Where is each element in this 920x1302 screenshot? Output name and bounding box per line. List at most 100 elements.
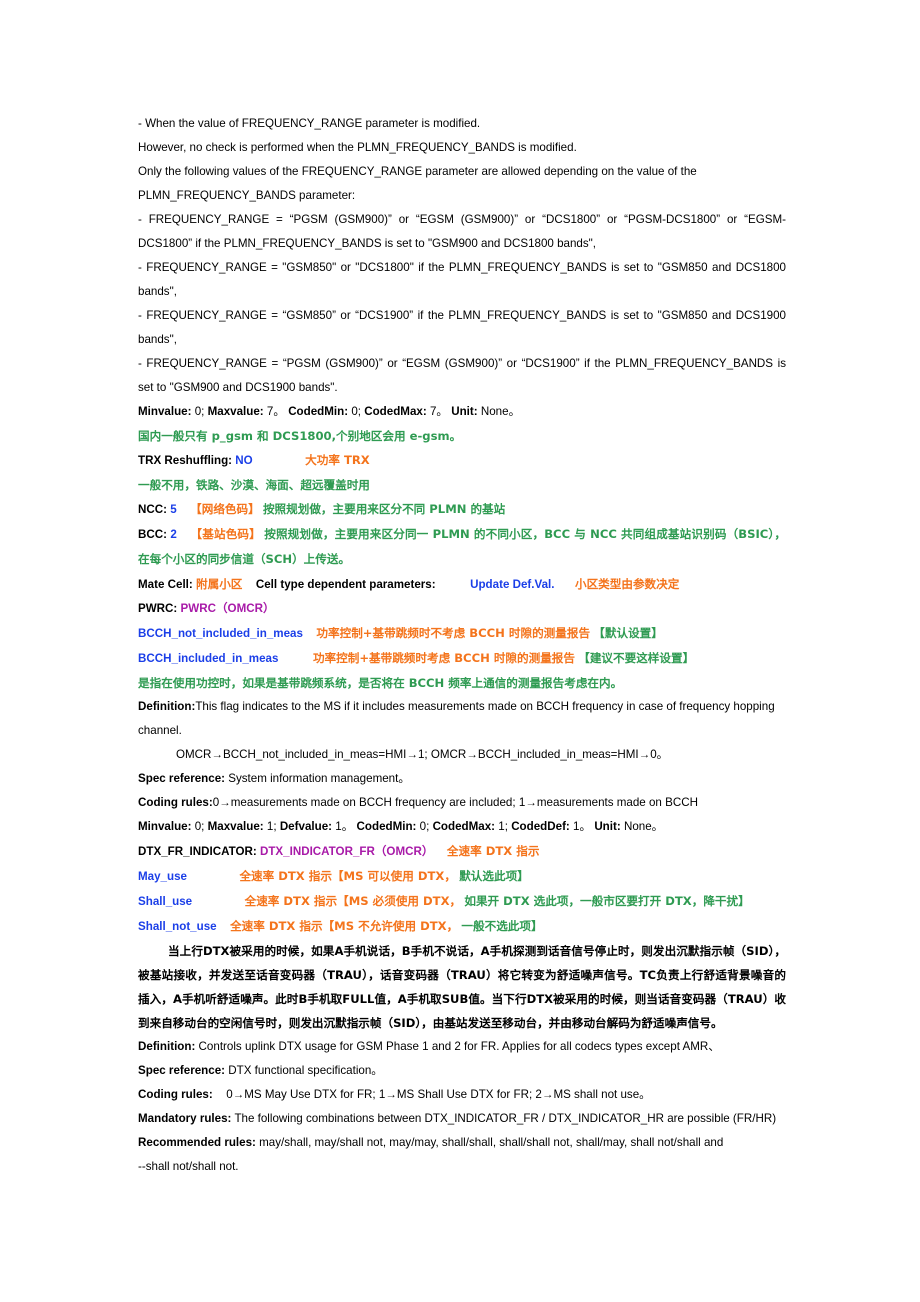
spec-reference-label: Spec reference: [138, 772, 225, 785]
paragraph-freq-range-modified: - When the value of FREQUENCY_RANGE para… [138, 117, 481, 130]
row-spec-reference-bcch: Spec reference: System information manag… [138, 767, 786, 791]
row-coding-rules-dtx: Coding rules: 0→MS May Use DTX for FR; 1… [138, 1083, 786, 1107]
mate-cell-value: 附属小区 [196, 577, 243, 591]
row-recommended-rules: Recommended rules: may/shall, may/shall … [138, 1131, 786, 1155]
paragraph-freq-range-rule-3: - FREQUENCY_RANGE = “GSM850” or “DCS1900… [138, 309, 786, 346]
mandatory-rules-label: Mandatory rules: [138, 1112, 232, 1125]
row-dtx-option-shall-not-use: Shall_not_use 全速率 DTX 指示【MS 不允许使用 DTX， 一… [138, 914, 786, 939]
mate-cell-label: Mate Cell: [138, 578, 193, 591]
pwrc-label: PWRC: [138, 602, 178, 615]
row-bcch-included-in-meas: BCCH_included_in_meas 功率控制+基带跳频时考虑 BCCH … [138, 646, 786, 671]
ncc-description: 按照规划做，主要用来区分不同 PLMN 的基站 [262, 502, 506, 516]
cell-type-dependent-label: Cell type dependent parameters: [255, 578, 436, 591]
dtx-option-note: 如果开 DTX 选此项，一般市区要打开 DTX，降干扰】 [464, 894, 750, 908]
coding-rules-label: Coding rules: [138, 1088, 213, 1101]
maxvalue-value: 7。 [266, 405, 285, 418]
trx-reshuffling-label: TRX Reshuffling: [138, 454, 233, 467]
unit-value: None。 [623, 820, 664, 833]
coding-rules-text: 0→measurements made on BCCH frequency ar… [212, 796, 698, 809]
mandatory-rules-text: The following combinations between DTX_I… [234, 1112, 777, 1125]
row-definition-bcch: Definition:This flag indicates to the MS… [138, 695, 786, 743]
codedmax-label: CodedMax: [432, 820, 496, 833]
codedmin-value: 0; [351, 405, 361, 418]
row-spec-reference-dtx: Spec reference: DTX functional specifica… [138, 1059, 786, 1083]
minvalue-value: 0; [194, 820, 205, 833]
row-pwrc: PWRC: PWRC（OMCR） [138, 597, 786, 621]
mate-cell-annotation: 小区类型由参数决定 [574, 577, 680, 591]
bcch-included-desc: 功率控制+基带跳频时考虑 BCCH 时隙的测量报告 [312, 651, 575, 665]
codedmin-value: 0; [419, 820, 430, 833]
coding-rules-text: 0→MS May Use DTX for FR; 1→MS Shall Use … [226, 1088, 651, 1101]
row-bcc: BCC: 2 【基站色码】 按照规划做，主要用来区分同一 PLMN 的不同小区，… [138, 522, 786, 572]
row-recommended-rules-continued: --shall not/shall not. [138, 1160, 239, 1173]
row-trx-reshuffling: TRX Reshuffling: NO 大功率 TRX [138, 448, 786, 473]
codeddef-label: CodedDef: [511, 820, 570, 833]
note-gsm-bands: 国内一般只有 p_gsm 和 DCS1800,个别地区会用 e-gsm。 [138, 429, 462, 443]
codeddef-value: 1。 [573, 820, 592, 833]
dtx-fr-indicator-value: DTX_INDICATOR_FR（OMCR） [259, 845, 434, 858]
note-trx-usage: 一般不用，铁路、沙漠、海面、超远覆盖时用 [138, 478, 370, 492]
paragraph-dtx-explanation: 当上行DTX被采用的时候，如果A手机说话，B手机不说话，A手机探测到话音信号停止… [138, 944, 786, 1030]
minvalue-value: 0; [194, 405, 205, 418]
paragraph-only-following-values: Only the following values of the FREQUEN… [138, 165, 697, 202]
dtx-option-note: 一般不选此项】 [461, 919, 543, 933]
paragraph-freq-range-rule-2: - FREQUENCY_RANGE = "GSM850" or "DCS1800… [138, 261, 786, 298]
dtx-option-label: May_use [138, 870, 187, 883]
maxvalue-value: 1; [266, 820, 277, 833]
row-coding-rules-bcch: Coding rules:0→measurements made on BCCH… [138, 791, 786, 815]
definition-label: Definition: [138, 1040, 196, 1053]
dtx-fr-indicator-label: DTX_FR_INDICATOR: [138, 845, 257, 858]
dtx-option-label: Shall_use [138, 895, 193, 908]
minvalue-label: Minvalue: [138, 405, 192, 418]
bcch-not-included-label: BCCH_not_included_in_meas [138, 627, 303, 640]
bcc-label: BCC: [138, 528, 167, 541]
spec-reference-text: System information management。 [228, 772, 410, 785]
definition-label: Definition: [138, 700, 196, 713]
row-dtx-fr-indicator: DTX_FR_INDICATOR: DTX_INDICATOR_FR（OMCR）… [138, 839, 786, 864]
dtx-option-note: 默认选此项】 [459, 869, 529, 883]
recommended-rules-label: Recommended rules: [138, 1136, 256, 1149]
row-omcr-mapping: OMCR→BCCH_not_included_in_meas=HMI→1; OM… [176, 748, 669, 761]
bcch-not-included-default-tag: 【默认设置】 [593, 626, 663, 640]
codedmin-label: CodedMin: [288, 405, 349, 418]
dtx-fr-indicator-annotation: 全速率 DTX 指示 [446, 844, 540, 858]
dtx-option-label: Shall_not_use [138, 920, 217, 933]
row-mate-cell: Mate Cell: 附属小区 Cell type dependent para… [138, 572, 786, 597]
dtx-option-desc: 全速率 DTX 指示【MS 可以使用 DTX， [239, 869, 456, 883]
unit-label: Unit: [594, 820, 621, 833]
dtx-option-desc: 全速率 DTX 指示【MS 不允许使用 DTX， [230, 919, 459, 933]
maxvalue-label: Maxvalue: [207, 820, 264, 833]
note-bcch-meas: 是指在使用功控时，如果是基带跳频系统，是否将在 BCCH 频率上通信的测量报告考… [138, 676, 623, 690]
paragraph-no-check: However, no check is performed when the … [138, 141, 577, 154]
definition-text: This flag indicates to the MS if it incl… [138, 700, 775, 737]
row-bcch-not-included-in-meas: BCCH_not_included_in_meas 功率控制+基带跳频时不考虑 … [138, 621, 786, 646]
pwrc-value: PWRC（OMCR） [180, 602, 275, 615]
unit-label: Unit: [451, 405, 478, 418]
bcch-included-label: BCCH_included_in_meas [138, 652, 279, 665]
codedmin-label: CodedMin: [356, 820, 417, 833]
row-ncc: NCC: 5 【网络色码】 按照规划做，主要用来区分不同 PLMN 的基站 [138, 497, 786, 522]
recommended-rules-text: may/shall, may/shall not, may/may, shall… [259, 1136, 724, 1149]
row-dtx-option-may-use: May_use 全速率 DTX 指示【MS 可以使用 DTX， 默认选此项】 [138, 864, 786, 889]
definition-text: Controls uplink DTX usage for GSM Phase … [198, 1040, 720, 1053]
codedmax-value: 7。 [429, 405, 448, 418]
row-dtx-option-shall-use: Shall_use 全速率 DTX 指示【MS 必须使用 DTX， 如果开 DT… [138, 889, 786, 914]
spec-reference-label: Spec reference: [138, 1064, 225, 1077]
dtx-option-desc: 全速率 DTX 指示【MS 必须使用 DTX， [244, 894, 462, 908]
ncc-value: 5 [170, 503, 177, 516]
paragraph-freq-range-rule-1: - FREQUENCY_RANGE = “PGSM (GSM900)” or “… [138, 213, 786, 250]
spec-reference-text: DTX functional specification。 [228, 1064, 383, 1077]
update-def-val-value: Update Def.Val. [470, 578, 555, 591]
unit-value: None。 [480, 405, 521, 418]
codedmax-value: 1; [498, 820, 508, 833]
row-definition-dtx: Definition: Controls uplink DTX usage fo… [138, 1035, 786, 1059]
codedmax-label: CodedMax: [364, 405, 427, 418]
bcc-tag: 【基站色码】 [190, 527, 261, 541]
defvalue-label: Defvalue: [279, 820, 333, 833]
ncc-tag: 【网络色码】 [190, 502, 260, 516]
ncc-label: NCC: [138, 503, 167, 516]
trx-reshuffling-annotation: 大功率 TRX [305, 453, 370, 467]
coding-rules-label: Coding rules: [138, 796, 213, 809]
minvalue-row-frequency-range: Minvalue: 0; Maxvalue: 7。 CodedMin: 0; C… [138, 400, 786, 424]
document-body: - When the value of FREQUENCY_RANGE para… [138, 112, 786, 1179]
